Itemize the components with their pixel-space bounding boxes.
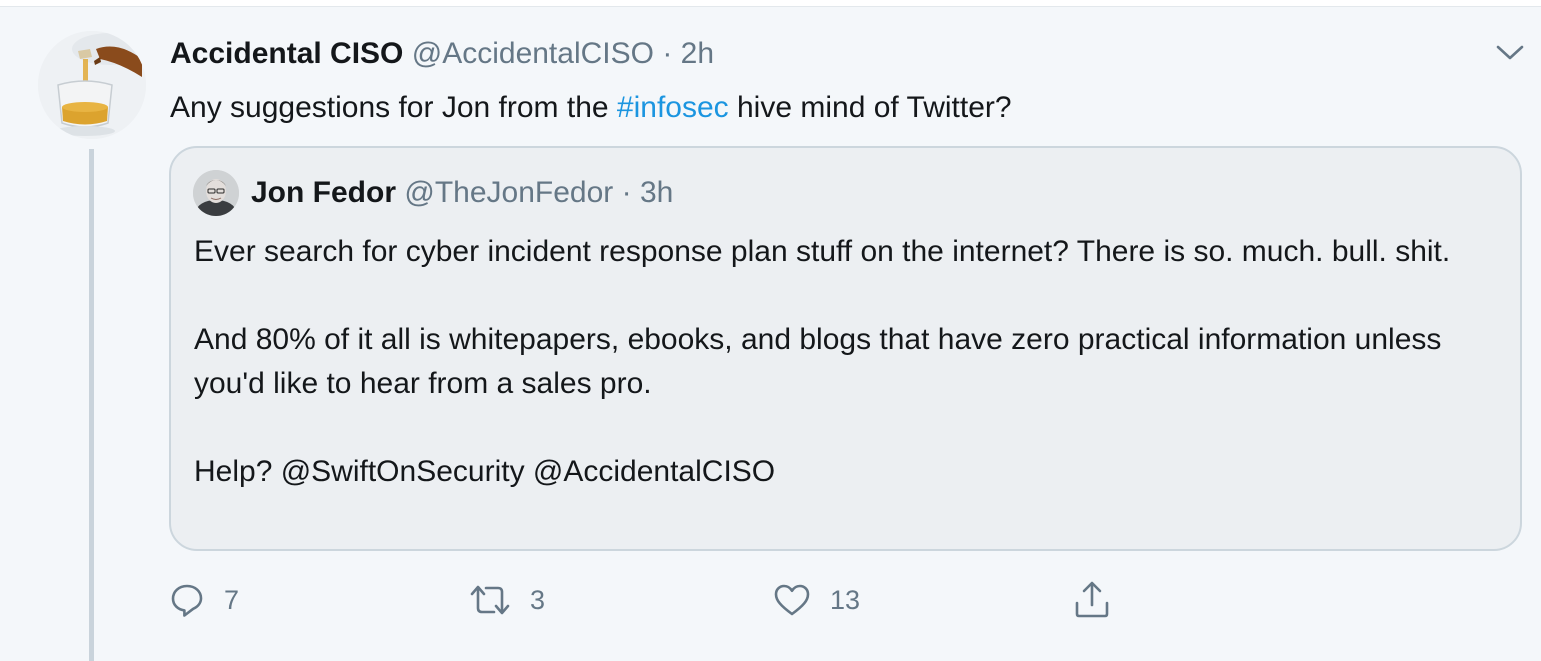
retweet-button[interactable]: 3 — [468, 577, 545, 623]
quoted-paragraph: Ever search for cyber incident response … — [194, 235, 1451, 268]
more-menu-button[interactable] — [1490, 35, 1530, 71]
tweet-card[interactable]: Accidental CISO @AccidentalCISO · 2h Any… — [0, 6, 1541, 661]
retweet-icon — [470, 585, 510, 615]
quoted-header: Jon Fedor @TheJonFedor · 3h — [251, 173, 673, 213]
timestamp[interactable]: 2h — [681, 37, 714, 70]
reply-count: 7 — [224, 584, 240, 615]
tweet-text-before: Any suggestions for Jon from the — [170, 91, 617, 124]
quoted-tweet[interactable]: Jon Fedor @TheJonFedor · 3h Ever search … — [169, 146, 1522, 551]
like-count: 13 — [830, 584, 861, 615]
quoted-avatar[interactable] — [193, 170, 239, 216]
quoted-display-name[interactable]: Jon Fedor — [251, 176, 396, 209]
heart-icon — [774, 584, 810, 616]
avatar-image — [38, 31, 146, 139]
avatar[interactable] — [38, 31, 146, 139]
quoted-text: Ever search for cyber incident response … — [194, 230, 1504, 494]
like-button[interactable]: 13 — [772, 577, 860, 623]
quoted-timestamp[interactable]: 3h — [640, 176, 673, 209]
tweet-header: Accidental CISO @AccidentalCISO · 2h — [170, 34, 714, 74]
handle[interactable]: @AccidentalCISO — [412, 37, 654, 70]
tweet-text-after: hive mind of Twitter? — [728, 91, 1012, 124]
quoted-separator: · — [621, 176, 632, 209]
hashtag-link[interactable]: #infosec — [617, 91, 729, 124]
separator: · — [662, 37, 673, 70]
retweet-count: 3 — [530, 584, 546, 615]
reply-button[interactable]: 7 — [168, 577, 239, 623]
quoted-paragraph: And 80% of it all is whitepapers, ebooks… — [194, 323, 1442, 400]
quoted-handle[interactable]: @TheJonFedor — [404, 176, 613, 209]
chevron-down-icon — [1496, 45, 1524, 60]
share-button[interactable] — [1072, 577, 1112, 623]
tweet-text: Any suggestions for Jon from the #infose… — [170, 87, 1510, 129]
quoted-avatar-image — [193, 170, 239, 216]
thread-line — [89, 149, 94, 661]
reply-icon — [171, 584, 203, 617]
quoted-paragraph: Help? @SwiftOnSecurity @AccidentalCISO — [194, 455, 776, 488]
share-icon — [1075, 581, 1109, 618]
display-name[interactable]: Accidental CISO — [170, 37, 403, 70]
